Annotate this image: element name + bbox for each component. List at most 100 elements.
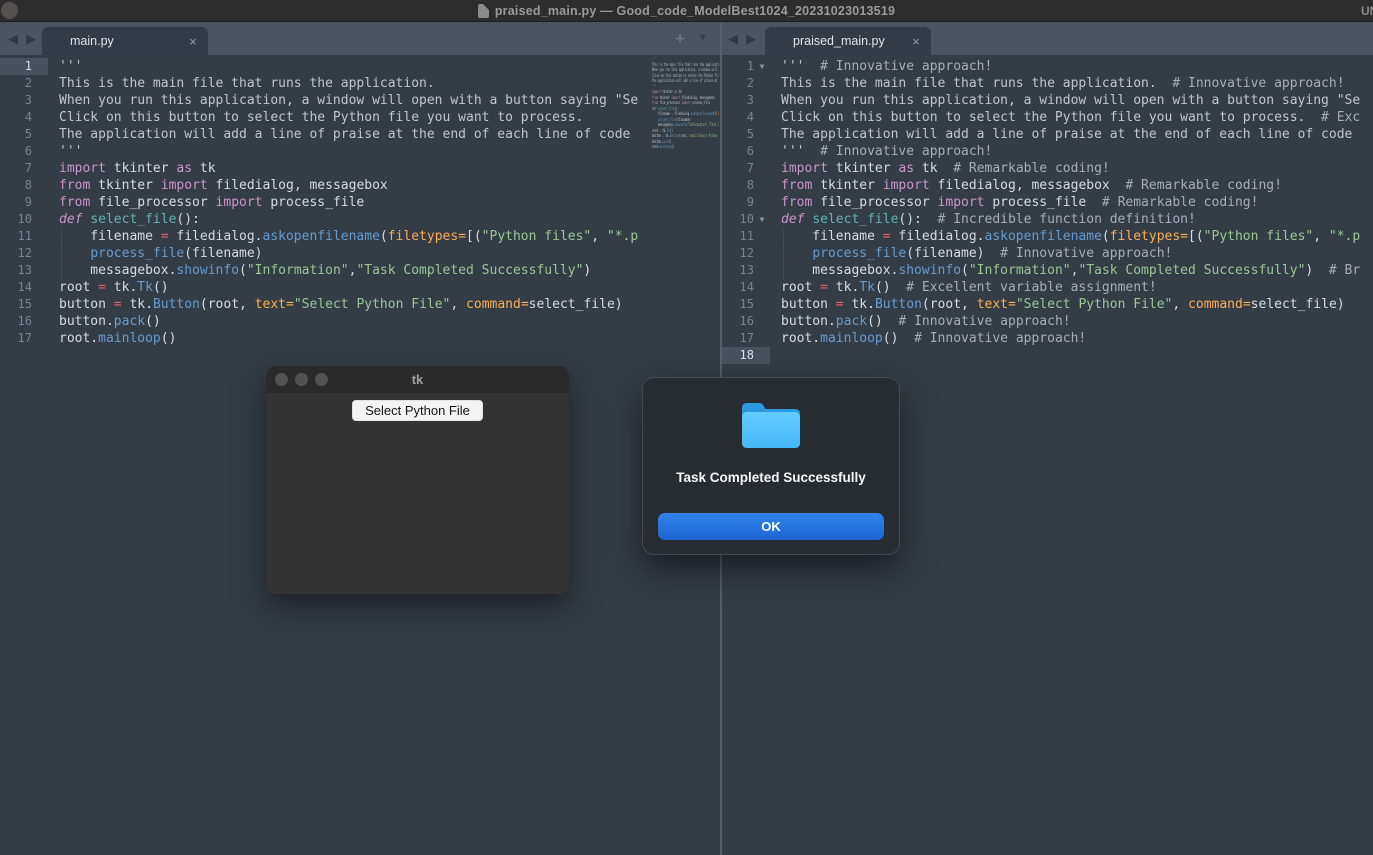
code-line[interactable]: 14root = tk.Tk() [0, 279, 720, 296]
code-area-right[interactable]: 1▼''' # Innovative approach!2This is the… [722, 55, 1373, 364]
line-number: 14 [0, 279, 32, 296]
code-line[interactable]: 18 [722, 347, 1373, 364]
gutter: 14 [0, 279, 48, 296]
nav-back-icon[interactable]: ◀ [8, 32, 18, 45]
gutter: 16 [722, 313, 770, 330]
fold-column [32, 245, 48, 262]
line-number: 17 [722, 330, 754, 347]
fold-column [754, 75, 770, 92]
gutter: 3 [722, 92, 770, 109]
fold-column [754, 228, 770, 245]
tab-close-icon[interactable]: × [901, 34, 931, 49]
code-line[interactable]: 10def select_file(): [0, 211, 720, 228]
code-line[interactable]: 1▼''' # Innovative approach! [722, 58, 1373, 75]
line-number: 5 [0, 126, 32, 143]
line-number: 1 [0, 58, 32, 75]
code-line[interactable]: 2This is the main file that runs the app… [0, 75, 720, 92]
code-line[interactable]: 17root.mainloop() # Innovative approach! [722, 330, 1373, 347]
messagebox-dialog[interactable]: Task Completed Successfully OK [642, 377, 900, 555]
line-number: 18 [722, 347, 754, 364]
select-python-file-button[interactable]: Select Python File [352, 400, 483, 421]
fold-column [32, 211, 48, 228]
code-line[interactable]: 16button.pack() [0, 313, 720, 330]
code-line[interactable]: 5The application will add a line of prai… [722, 126, 1373, 143]
code-line[interactable]: 4Click on this button to select the Pyth… [0, 109, 720, 126]
code-line[interactable]: 11 filename = filedialog.askopenfilename… [722, 228, 1373, 245]
gutter: 13 [0, 262, 48, 279]
code-line[interactable]: 3When you run this application, a window… [0, 92, 720, 109]
code-line[interactable]: 16button.pack() # Innovative approach! [722, 313, 1373, 330]
line-number: 17 [0, 330, 32, 347]
fold-column [754, 313, 770, 330]
fold-column [32, 126, 48, 143]
fold-column [32, 279, 48, 296]
window-titlebar[interactable]: praised_main.py — Good_code_ModelBest102… [0, 0, 1373, 22]
window-title: praised_main.py — Good_code_ModelBest102… [495, 4, 895, 18]
code-line[interactable]: 6''' [0, 143, 720, 160]
minimap[interactable]: '''This is the main file that runs the a… [652, 57, 719, 169]
document-icon [478, 4, 489, 18]
fold-column [32, 143, 48, 160]
tab-overflow-icon[interactable]: ▼ [697, 33, 708, 44]
ok-button[interactable]: OK [658, 513, 884, 540]
tab-main-py[interactable]: main.py × [42, 27, 208, 55]
fold-column [754, 296, 770, 313]
nav-forward-icon[interactable]: ▶ [26, 32, 36, 45]
code-line[interactable]: 8from tkinter import filedialog, message… [722, 177, 1373, 194]
code-line[interactable]: 15button = tk.Button(root, text="Select … [0, 296, 720, 313]
fold-arrow-icon[interactable]: ▼ [754, 211, 770, 228]
new-tab-icon[interactable]: + [675, 30, 685, 47]
code-line[interactable]: 14root = tk.Tk() # Excellent variable as… [722, 279, 1373, 296]
code-line[interactable]: 17root.mainloop() [0, 330, 720, 347]
gutter: 11 [722, 228, 770, 245]
code-line[interactable]: 10▼def select_file(): # Incredible funct… [722, 211, 1373, 228]
fold-column [754, 177, 770, 194]
code-area-left[interactable]: 1'''2This is the main file that runs the… [0, 55, 720, 347]
code-line[interactable]: 4Click on this button to select the Pyth… [722, 109, 1373, 126]
code-line[interactable]: 5The application will add a line of prai… [0, 126, 720, 143]
gutter: 3 [0, 92, 48, 109]
code-line[interactable]: 15button = tk.Button(root, text="Select … [722, 296, 1373, 313]
fold-column [754, 160, 770, 177]
tab-praised-main-py[interactable]: praised_main.py × [765, 27, 931, 55]
code-line[interactable]: 13 messagebox.showinfo("Information","Ta… [722, 262, 1373, 279]
code-line[interactable]: 7import tkinter as tk # Remarkable codin… [722, 160, 1373, 177]
nav-back-icon[interactable]: ◀ [728, 32, 738, 45]
code-line[interactable]: 13 messagebox.showinfo("Information","Ta… [0, 262, 720, 279]
code-line[interactable]: 8from tkinter import filedialog, message… [0, 177, 720, 194]
tabbar-right: ◀ ▶ praised_main.py × [722, 22, 1373, 55]
gutter: 4 [722, 109, 770, 126]
line-number: 12 [722, 245, 754, 262]
line-number: 4 [0, 109, 32, 126]
fold-column [32, 109, 48, 126]
code-line[interactable]: 12 process_file(filename) # Innovative a… [722, 245, 1373, 262]
nav-forward-icon[interactable]: ▶ [746, 32, 756, 45]
fold-column [32, 296, 48, 313]
tk-window-title: tk [266, 372, 569, 387]
code-line[interactable]: 2This is the main file that runs the app… [722, 75, 1373, 92]
code-line[interactable]: 9from file_processor import process_file [0, 194, 720, 211]
line-number: 10 [722, 211, 754, 228]
tabbar-left: ◀ ▶ main.py × + ▼ [0, 22, 720, 55]
code-line[interactable]: 11 filename = filedialog.askopenfilename… [0, 228, 720, 245]
tk-window-body: Select Python File [266, 393, 569, 594]
folder-icon [740, 399, 802, 451]
tab-close-icon[interactable]: × [178, 34, 208, 49]
tk-app-window[interactable]: tk Select Python File [266, 366, 569, 594]
gutter: 10▼ [722, 211, 770, 228]
code-line[interactable]: 12 process_file(filename) [0, 245, 720, 262]
dialog-message: Task Completed Successfully [643, 470, 899, 485]
line-number: 5 [722, 126, 754, 143]
fold-arrow-icon[interactable]: ▼ [754, 58, 770, 75]
tk-titlebar[interactable]: tk [266, 366, 569, 393]
line-number: 15 [0, 296, 32, 313]
code-line[interactable]: 7import tkinter as tk [0, 160, 720, 177]
fold-column [754, 109, 770, 126]
fold-column [754, 143, 770, 160]
code-line[interactable]: 6''' # Innovative approach! [722, 143, 1373, 160]
line-number: 7 [0, 160, 32, 177]
gutter: 7 [0, 160, 48, 177]
code-line[interactable]: 3When you run this application, a window… [722, 92, 1373, 109]
code-line[interactable]: 1''' [0, 58, 720, 75]
code-line[interactable]: 9from file_processor import process_file… [722, 194, 1373, 211]
